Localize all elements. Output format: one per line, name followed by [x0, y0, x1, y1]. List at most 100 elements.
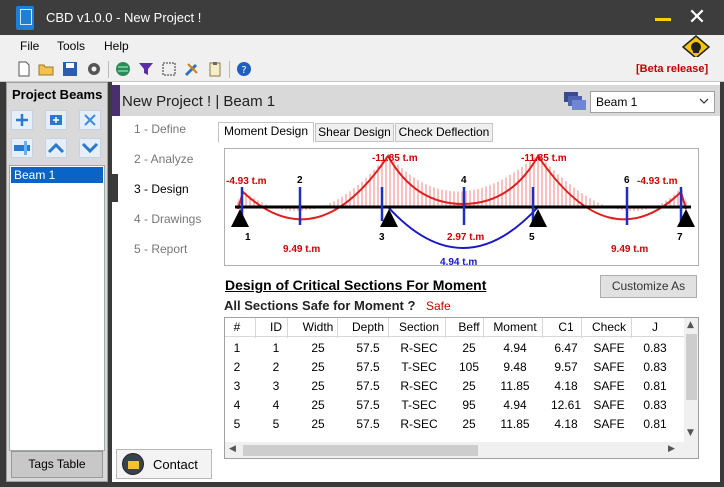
table-cell: 57.5: [356, 379, 380, 393]
header-accent: [112, 85, 120, 116]
tab-shear-design[interactable]: Shear Design: [315, 123, 394, 142]
table-cell: 25: [311, 341, 325, 355]
table-row[interactable]: 4 4 25 57.5 T-SEC 95 4.94 12.61 SAFE 0.83: [225, 396, 685, 415]
customize-as-button[interactable]: Customize As: [600, 275, 697, 298]
step-define[interactable]: 1 - Define: [134, 122, 186, 136]
copy-beam-button[interactable]: [45, 110, 67, 130]
table-row[interactable]: 1 1 25 57.5 R-SEC 25 4.94 6.47 SAFE 0.83: [225, 339, 685, 358]
beam-list[interactable]: Beam 1: [9, 165, 105, 451]
step-analyze[interactable]: 2 - Analyze: [134, 152, 193, 166]
envelope-icon: [122, 453, 144, 475]
vertical-scrollbar[interactable]: ▲ ▼: [684, 318, 698, 442]
move-down-button[interactable]: [79, 138, 101, 158]
table-header-cell: #: [233, 320, 241, 334]
title-bar: CBD v1.0.0 - New Project ! ✕: [0, 0, 724, 35]
new-file-icon[interactable]: [16, 61, 32, 77]
table-cell: SAFE: [593, 341, 625, 355]
delete-beam-button[interactable]: [79, 110, 101, 130]
section-id-label: 2: [297, 175, 303, 186]
help-icon[interactable]: ?: [236, 61, 252, 77]
step-report[interactable]: 5 - Report: [134, 242, 187, 256]
table-cell: 2: [272, 360, 280, 374]
vertical-scroll-thumb[interactable]: [686, 334, 697, 400]
funnel-icon[interactable]: [138, 61, 154, 77]
table-cell: 5: [233, 417, 241, 431]
scroll-left-icon[interactable]: ◀: [229, 444, 236, 454]
table-cell: 0.83: [643, 398, 667, 412]
column-divider: [337, 318, 338, 338]
edit-icon: [14, 141, 30, 155]
safe-status-value: Safe: [426, 299, 451, 313]
table-row[interactable]: 2 2 25 57.5 T-SEC 105 9.48 9.57 SAFE 0.83: [225, 358, 685, 377]
table-header-cell: C1: [558, 320, 574, 334]
close-button[interactable]: ✕: [686, 7, 708, 30]
beam-list-item[interactable]: Beam 1: [11, 167, 103, 183]
table-row[interactable]: 3 3 25 57.5 R-SEC 25 11.85 4.18 SAFE 0.81: [225, 377, 685, 396]
beam-selector-value: Beam 1: [596, 95, 638, 109]
horizontal-scroll-thumb[interactable]: [243, 445, 478, 456]
copy-icon: [50, 115, 62, 125]
horizontal-scrollbar[interactable]: ◀ ▶: [225, 442, 698, 458]
edit-beam-button[interactable]: [11, 138, 33, 158]
column-divider: [445, 318, 446, 338]
step-drawings[interactable]: 4 - Drawings: [134, 212, 201, 226]
table-cell: 57.5: [356, 398, 380, 412]
safe-question-label: All Sections Safe for Moment ?: [224, 298, 416, 313]
open-folder-icon[interactable]: [38, 61, 54, 77]
table-cell: 25: [311, 360, 325, 374]
menu-file[interactable]: File: [20, 39, 39, 53]
add-beam-button[interactable]: [11, 110, 33, 130]
table-cell: 12.61: [550, 398, 582, 412]
table-cell: 95: [462, 398, 476, 412]
critical-sections-title: Design of Critical Sections For Moment: [225, 277, 487, 293]
table-cell: 105: [458, 360, 480, 374]
app-icon: [16, 6, 34, 30]
menu-tools[interactable]: Tools: [57, 39, 85, 53]
save-icon[interactable]: [62, 61, 78, 77]
table-cell: 4.94: [503, 398, 527, 412]
moment-label: -11.85 t.m: [521, 153, 567, 164]
table-cell: SAFE: [593, 360, 625, 374]
contact-button[interactable]: Contact: [116, 449, 212, 479]
moment-label: 9.49 t.m: [611, 244, 648, 255]
table-cell: SAFE: [593, 398, 625, 412]
table-cell: 1: [272, 341, 280, 355]
clipboard-icon[interactable]: [207, 61, 223, 77]
scroll-down-icon[interactable]: ▼: [687, 428, 694, 438]
table-cell: 11.85: [500, 379, 530, 393]
project-beams-panel: Project Beams Beam 1 Tags Table: [6, 82, 108, 482]
scroll-up-icon[interactable]: ▲: [687, 320, 694, 330]
section-id-label: 5: [529, 232, 535, 243]
tab-check-deflection[interactable]: Check Deflection: [395, 123, 493, 142]
window-title: CBD v1.0.0 - New Project !: [46, 10, 202, 25]
step-design[interactable]: 3 - Design: [134, 182, 189, 196]
active-step-marker: [112, 174, 118, 202]
select-area-icon[interactable]: [161, 61, 177, 77]
tags-table-button[interactable]: Tags Table: [11, 451, 103, 478]
table-cell: R-SEC: [400, 341, 438, 355]
tools-icon[interactable]: [184, 61, 200, 77]
table-cell: 4.18: [554, 379, 578, 393]
tab-moment-design[interactable]: Moment Design: [218, 122, 314, 143]
table-cell: 0.83: [643, 341, 667, 355]
moment-label: -4.93 t.m: [637, 176, 678, 187]
scroll-right-icon[interactable]: ▶: [668, 444, 675, 454]
menu-bar: File Tools Help: [0, 35, 724, 57]
move-up-button[interactable]: [45, 138, 67, 158]
globe-icon[interactable]: [115, 61, 131, 77]
settings-icon[interactable]: [86, 61, 102, 77]
section-id-label: 7: [677, 232, 683, 243]
table-cell: 4.18: [554, 417, 578, 431]
beam-selector[interactable]: Beam 1: [590, 91, 715, 113]
results-table[interactable]: # ID Width Depth Section Beff Moment C1 Check J 1 1…: [224, 317, 699, 459]
menu-help[interactable]: Help: [104, 39, 129, 53]
table-cell: 11.85: [500, 417, 530, 431]
table-cell: 4.94: [503, 341, 527, 355]
table-cell: R-SEC: [400, 417, 438, 431]
beams-stack-icon: [564, 92, 586, 110]
moment-label: -4.93 t.m: [226, 176, 267, 187]
project-beams-title: Project Beams: [12, 87, 103, 102]
minimize-button[interactable]: [655, 18, 671, 21]
table-header-cell: Beff: [458, 320, 480, 334]
table-row[interactable]: 5 5 25 57.5 R-SEC 25 11.85 4.18 SAFE 0.81: [225, 415, 685, 434]
